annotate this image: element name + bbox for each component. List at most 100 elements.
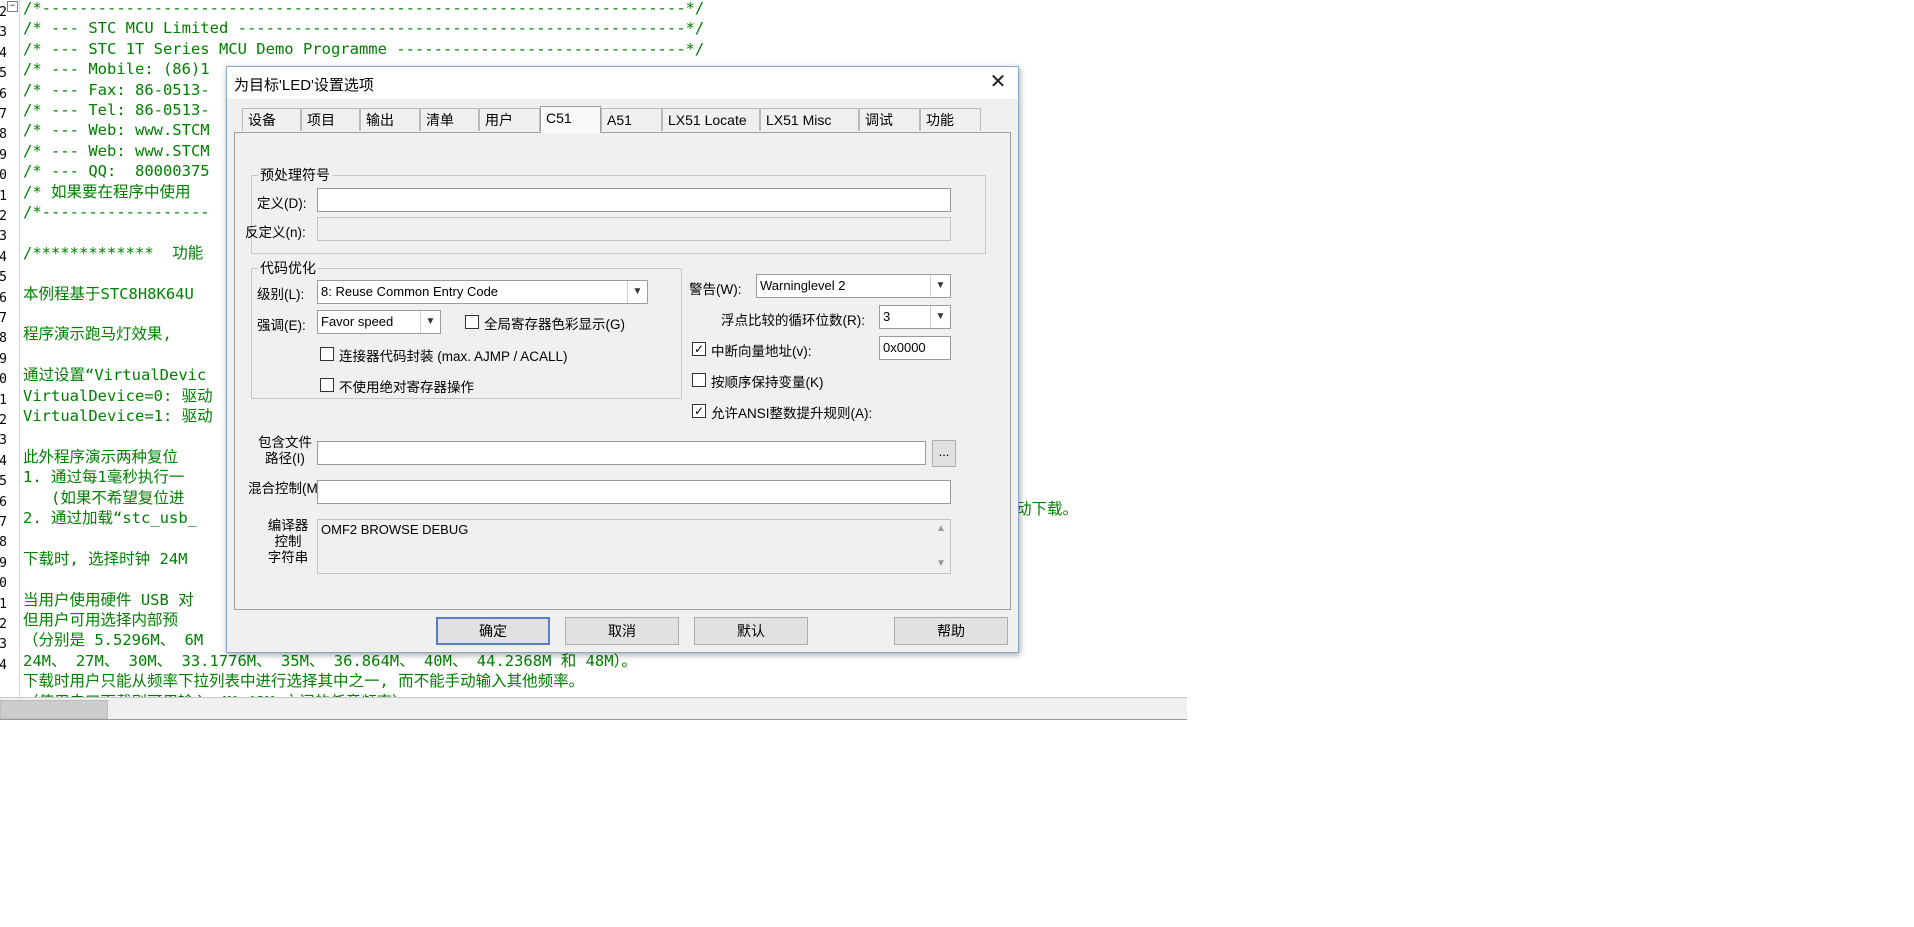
line-number: 4 xyxy=(0,657,7,673)
line-number-gutter: − xyxy=(0,0,20,697)
line-number: 9 xyxy=(0,555,7,571)
line-number: 9 xyxy=(0,147,7,163)
code-line: /* --- Mobile: (86)1 xyxy=(23,60,210,79)
code-line: /*--------------------------------------… xyxy=(23,0,705,17)
line-number: 6 xyxy=(0,86,7,102)
horizontal-scrollbar[interactable] xyxy=(0,697,1187,720)
compiler-control-value: OMF2 BROWSE DEBUG xyxy=(321,522,469,537)
optimization-legend: 代码优化 xyxy=(260,260,316,276)
define-input[interactable] xyxy=(317,188,951,212)
ok-button[interactable]: 确定 xyxy=(436,617,550,645)
undefine-input xyxy=(317,217,951,241)
dialog-titlebar[interactable]: 为目标'LED'设置选项 ✕ xyxy=(227,67,1018,99)
code-line: /* 如果要在程序中使用 xyxy=(23,182,191,201)
optimization-level-value: 8: Reuse Common Entry Code xyxy=(321,284,499,299)
tab-用户[interactable]: 用户 xyxy=(479,108,540,131)
compiler-control-label: 编译器 控制 字符串 xyxy=(261,518,315,566)
cancel-button[interactable]: 取消 xyxy=(565,617,679,645)
code-line: /* --- QQ: 80000375 xyxy=(23,162,210,181)
line-number: 4 xyxy=(0,45,7,61)
code-line: 本例程基于STC8H8K64U xyxy=(23,284,194,303)
code-line: VirtualDevice=0: 驱动 xyxy=(23,386,213,405)
fold-toggle-icon[interactable]: − xyxy=(7,1,18,12)
preprocessor-legend: 预处理符号 xyxy=(260,167,330,183)
warning-label: 警告(W): xyxy=(689,282,742,297)
tab-a51[interactable]: A51 xyxy=(601,108,662,131)
chevron-down-icon[interactable]: ▼ xyxy=(627,281,647,303)
chevron-down-icon[interactable]: ▼ xyxy=(420,311,440,333)
line-number: 0 xyxy=(0,372,7,388)
level-label: 级别(L): xyxy=(257,287,305,302)
line-number: 4 xyxy=(0,249,7,265)
emphasis-label: 强调(E): xyxy=(257,318,306,333)
c51-tab-panel: 预处理符号 定义(D): 反定义(n): 代码优化 级别(L): 8: Reus… xyxy=(234,132,1011,610)
code-line: （分别是 5.5296M、 6M xyxy=(23,631,204,650)
editor-border xyxy=(0,719,1187,720)
code-line: (如果不希望复位进 xyxy=(23,488,185,507)
code-line: /*------------------ xyxy=(23,203,210,221)
interrupt-vector-checkbox[interactable]: ✓ xyxy=(692,342,706,356)
misc-controls-label: 混合控制(M) xyxy=(248,481,323,496)
tab-清单[interactable]: 清单 xyxy=(420,108,479,131)
code-line: 但用户可用选择内部预 xyxy=(23,611,179,629)
scroll-down-icon[interactable]: ▼ xyxy=(934,557,948,571)
tab-c51[interactable]: C51 xyxy=(540,106,601,133)
line-number: 6 xyxy=(0,290,7,306)
keep-variables-checkbox[interactable] xyxy=(692,373,706,387)
code-line: /* --- STC 1T Series MCU Demo Programme … xyxy=(23,39,705,58)
defaults-button[interactable]: 默认 xyxy=(694,617,808,645)
no-absolute-register-checkbox[interactable] xyxy=(320,378,334,392)
line-number: 9 xyxy=(0,351,7,367)
compiler-control-label-line2: 控制 xyxy=(274,534,302,549)
tab-lx51-misc[interactable]: LX51 Misc xyxy=(760,108,859,131)
tab-设备[interactable]: 设备 xyxy=(242,108,301,131)
tab-功能[interactable]: 功能 xyxy=(920,108,981,131)
misc-controls-input[interactable] xyxy=(317,480,951,504)
code-line: /* --- STC MCU Limited -----------------… xyxy=(23,19,705,38)
line-number: 7 xyxy=(0,311,7,326)
line-number: 2 xyxy=(0,5,7,20)
float-bits-label: 浮点比较的循环位数(R): xyxy=(721,313,865,328)
warning-level-select[interactable]: Warninglevel 2 ▼ xyxy=(756,274,951,298)
line-number: 8 xyxy=(0,331,7,347)
tab-lx51-locate[interactable]: LX51 Locate xyxy=(662,108,760,131)
line-number: 0 xyxy=(0,168,7,184)
optimization-level-select[interactable]: 8: Reuse Common Entry Code ▼ xyxy=(317,280,648,304)
line-number: 2 xyxy=(0,617,7,632)
warning-level-value: Warninglevel 2 xyxy=(760,278,846,293)
emphasis-select[interactable]: Favor speed ▼ xyxy=(317,310,441,334)
code-line: /************* 功能 xyxy=(23,243,204,262)
close-icon[interactable]: ✕ xyxy=(986,70,1010,94)
include-path-label-line1: 包含文件 xyxy=(258,435,312,450)
interrupt-vector-input[interactable]: 0x0000 xyxy=(879,336,951,360)
line-number: 1 xyxy=(0,596,7,612)
line-number: 3 xyxy=(0,433,7,449)
include-path-input[interactable] xyxy=(317,441,926,465)
browse-include-button[interactable]: ... xyxy=(932,440,956,467)
scrollbar-thumb[interactable] xyxy=(0,700,108,719)
line-number: 7 xyxy=(0,515,7,530)
ansi-integer-checkbox[interactable]: ✓ xyxy=(692,404,706,418)
code-line: 24M、 27M、 30M、 33.1776M、 35M、 36.864M、 4… xyxy=(23,651,637,670)
code-line: /* --- Web: www.STCM xyxy=(23,121,210,140)
scroll-up-icon[interactable]: ▲ xyxy=(934,522,948,536)
chevron-down-icon[interactable]: ▼ xyxy=(930,306,950,328)
chevron-down-icon[interactable]: ▼ xyxy=(930,275,950,297)
line-number: 6 xyxy=(0,494,7,510)
include-path-label-line2: 路径(I) xyxy=(265,451,305,466)
code-line: /* --- Fax: 86-0513- xyxy=(23,80,210,99)
line-number: 5 xyxy=(0,474,7,490)
tab-输出[interactable]: 输出 xyxy=(360,108,420,131)
define-label: 定义(D): xyxy=(257,196,307,211)
tab-项目[interactable]: 项目 xyxy=(301,108,360,131)
undefine-label: 反定义(n): xyxy=(245,225,306,240)
tab-调试[interactable]: 调试 xyxy=(859,108,920,131)
float-bits-select[interactable]: 3 ▼ xyxy=(879,305,951,329)
help-button[interactable]: 帮助 xyxy=(894,617,1008,645)
line-number: 2 xyxy=(0,413,7,428)
line-number: 7 xyxy=(0,107,7,122)
linker-packing-checkbox[interactable] xyxy=(320,347,334,361)
global-register-checkbox[interactable] xyxy=(465,315,479,329)
emphasis-value: Favor speed xyxy=(321,314,394,329)
interrupt-vector-label: 中断向量地址(v): xyxy=(711,344,812,359)
